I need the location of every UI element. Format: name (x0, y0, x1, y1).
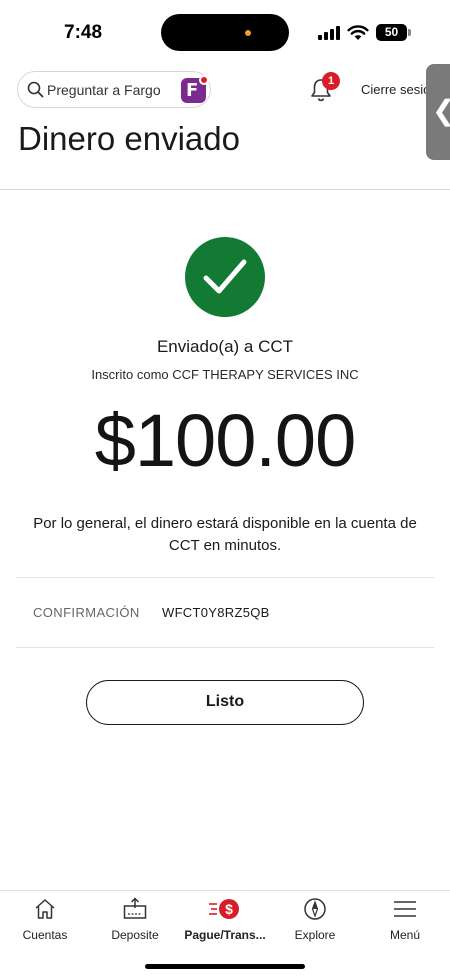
home-icon (35, 899, 55, 919)
cellular-signal-icon (318, 26, 342, 40)
status-time: 7:48 (64, 22, 103, 43)
pay-transfer-icon: $ (209, 899, 239, 919)
logout-link[interactable]: Cierre sesión (361, 82, 429, 97)
notification-badge: 1 (322, 72, 340, 90)
success-checkmark-icon (185, 237, 265, 317)
tab-menu[interactable]: Menú (360, 891, 450, 951)
done-button[interactable]: Listo (86, 680, 364, 725)
hamburger-icon (394, 901, 416, 917)
sent-amount: $100.00 (94, 399, 357, 482)
tab-label: Explore (294, 928, 336, 942)
dynamic-island (161, 14, 289, 51)
ask-fargo-search[interactable]: Preguntar a Fargo F (17, 71, 211, 108)
confirmation-label: CONFIRMACIÓN (33, 605, 140, 620)
battery-cap (408, 29, 411, 36)
status-bar: 7:48 50 (0, 0, 450, 62)
divider (16, 647, 434, 648)
tab-label: Deposite (111, 928, 159, 942)
side-drawer-tab[interactable]: ❮ (426, 64, 450, 160)
search-placeholder: Preguntar a Fargo (47, 82, 161, 98)
header-divider (0, 189, 450, 190)
tab-label: Cuentas (22, 928, 68, 942)
chevron-left-icon: ❮ (432, 94, 450, 127)
fargo-assistant-icon[interactable]: F (181, 75, 209, 103)
enrolled-name: Inscrito como CCF THERAPY SERVICES INC (91, 367, 359, 382)
tab-label: Pague/Trans... (184, 928, 266, 942)
fargo-notification-dot (199, 75, 209, 85)
confirmation-number: WFCT0Y8RZ5QB (162, 605, 270, 620)
tab-accounts[interactable]: Cuentas (0, 891, 90, 951)
availability-message: Por lo general, el dinero estará disponi… (33, 515, 417, 554)
tab-label: Menú (389, 928, 421, 942)
recording-indicator-dot (245, 30, 251, 36)
compass-icon (304, 898, 326, 920)
battery-icon: 50 (376, 24, 407, 41)
divider (16, 577, 434, 578)
recipient-heading: Enviado(a) a CCT (156, 337, 294, 356)
home-indicator[interactable] (145, 964, 305, 969)
search-icon (27, 81, 44, 98)
tab-pay-transfer[interactable]: $ Pague/Trans... (180, 891, 270, 951)
deposit-icon (123, 897, 147, 919)
svg-text:$: $ (225, 901, 233, 917)
wifi-icon (347, 25, 369, 40)
tab-explore[interactable]: Explore (270, 891, 360, 951)
tab-deposit[interactable]: Deposite (90, 891, 180, 951)
page-title: Dinero enviado (18, 120, 240, 157)
